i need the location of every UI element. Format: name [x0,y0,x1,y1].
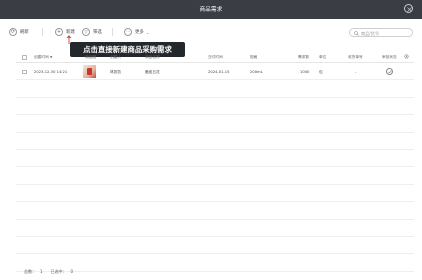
filter-button[interactable]: ▽ 筛选 [82,27,102,37]
data-table: 创建时间 ▼ 商品图 创建人 商品名称 交付时间 规格 需求数 单位 收货单号 … [16,51,414,272]
column-header: 收货单号 [348,55,363,59]
empty-row [16,98,414,116]
column-header[interactable]: 创建时间 ▼ [34,55,52,60]
title-bar: 商品需求 [0,0,422,19]
column-header: 商品名称 [145,55,160,59]
filter-icon: ▽ [82,28,90,36]
more-icon: ⋯ [124,28,132,36]
product-image[interactable] [83,65,96,78]
select-all-checkbox[interactable] [22,55,27,60]
gear-icon[interactable] [404,54,409,59]
column-header: 审批状态 [382,55,397,59]
search-input[interactable] [361,29,409,37]
plus-icon: + [55,28,63,36]
table-header: 创建时间 ▼ 商品图 创建人 商品名称 交付时间 规格 需求数 单位 收货单号 … [16,51,414,63]
column-header: 规格 [250,55,258,59]
unit-cell: 包 [319,70,323,74]
empty-row [16,220,414,237]
close-icon[interactable] [404,4,413,13]
more-label: 更多 [135,30,144,35]
filter-label: 筛选 [93,30,102,35]
created-at-cell: 2023-12-30 14:21 [34,70,68,74]
chevron-down-icon: ⌄ [145,29,150,35]
empty-row [16,185,414,203]
empty-row [16,237,414,255]
total-label: 总数： [24,269,36,274]
empty-row [16,202,414,220]
toolbar-divider [112,28,113,36]
more-button[interactable]: ⋯ 更多 ⌄ [124,27,149,37]
column-header: 交付时间 [208,55,223,59]
selected-label: 已选中： [50,269,67,274]
table-row[interactable]: 2023-12-30 14:21 林张凯 脆皮五花 2024-01-15 200… [16,63,414,81]
column-header: 创建人 [110,55,122,59]
refresh-label: 刷新 [20,30,29,35]
empty-row [16,115,414,133]
product-name-cell: 脆皮五花 [145,70,160,74]
search-box[interactable] [349,28,413,37]
row-checkbox[interactable] [22,69,27,74]
empty-row [16,133,414,150]
sort-down-icon[interactable]: ▼ [50,55,52,59]
total-count: 1 [40,269,43,274]
creator-cell: 林张凯 [110,70,122,74]
window-title: 商品需求 [199,7,223,13]
refresh-icon: ⟳ [9,28,17,36]
receipt-no-cell: - [355,70,357,74]
toolbar: ⟳ 刷新 + 新建 ▽ 筛选 ⋯ 更多 ⌄ [0,19,422,47]
spec-cell: 200mL [250,70,263,74]
column-header: 需求数 [298,55,310,59]
search-icon [354,30,359,36]
empty-row [16,150,414,168]
column-header: 商品图 [85,55,97,59]
delivery-date-cell: 2024-01-15 [208,70,230,74]
empty-row [16,167,414,185]
refresh-button[interactable]: ⟳ 刷新 [9,27,29,37]
empty-row [16,80,414,98]
check-circle-icon [386,67,393,75]
toolbar-divider [42,28,43,36]
column-header: 单位 [319,55,327,59]
quantity-cell: 1000 [300,70,310,74]
table-footer: 总数： 1 已选中： 0 [24,269,77,275]
selected-count: 0 [70,269,74,274]
